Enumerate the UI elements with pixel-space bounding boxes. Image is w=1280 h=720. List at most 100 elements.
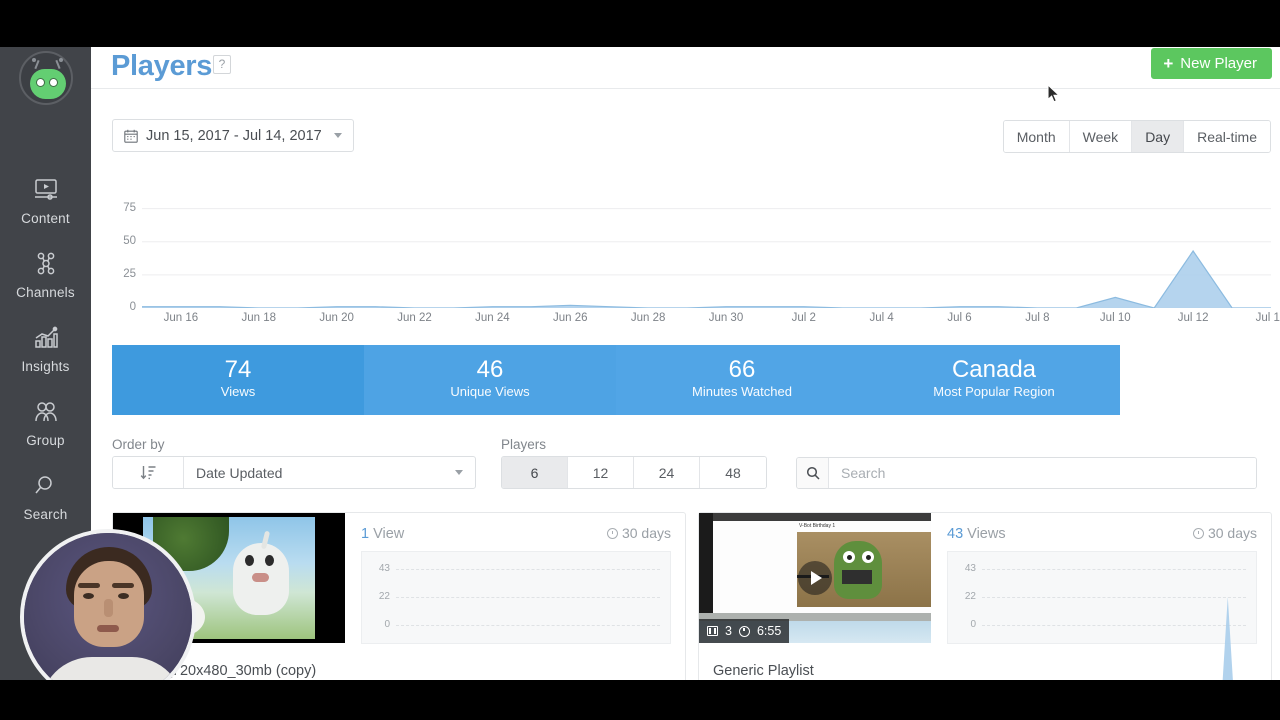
bar-chart-icon — [0, 323, 91, 353]
plus-icon: + — [1163, 54, 1174, 73]
search-button[interactable] — [797, 458, 829, 488]
kpi-strip: 74 Views 46 Unique Views 66 Minutes Watc… — [112, 345, 1120, 415]
channels-network-icon — [0, 249, 91, 279]
search-control — [796, 457, 1257, 489]
magnifier-icon — [0, 471, 91, 501]
mini-y-tick: 43 — [964, 563, 976, 574]
clock-icon — [738, 625, 750, 637]
sidebar-item-content[interactable]: Content — [0, 175, 91, 226]
sidebar-item-search[interactable]: Search — [0, 471, 91, 522]
clock-icon — [1192, 528, 1204, 539]
chart-plot-area — [142, 208, 1271, 308]
chart-x-tick: Jul 10 — [1099, 312, 1131, 324]
order-by-value: Date Updated — [196, 464, 283, 481]
film-strip-icon — [707, 626, 718, 636]
sidebar-item-group[interactable]: Group — [0, 397, 91, 448]
kpi-most-popular-region: Canada Most Popular Region — [868, 345, 1120, 415]
page-size-48[interactable]: 48 — [700, 457, 766, 488]
mouse-pointer-icon — [1047, 84, 1061, 103]
order-by-label: Order by — [112, 437, 165, 452]
sort-descending-icon — [140, 466, 155, 480]
date-range-value: Jun 15, 2017 - Jul 14, 2017 — [146, 127, 322, 144]
player-thumbnail[interactable]: V-Bot Birthday 1 3 6:55 — [699, 513, 931, 643]
page-size-6[interactable]: 6 — [502, 457, 568, 488]
chart-x-tick: Jul 4 — [869, 312, 894, 324]
order-by-select[interactable]: Date Updated — [184, 457, 475, 488]
page-size-24[interactable]: 24 — [634, 457, 700, 488]
kpi-minutes-watched: 66 Minutes Watched — [616, 345, 868, 415]
clock-icon — [606, 528, 618, 539]
app-viewport: Content Channels Insights Group Search P… — [0, 47, 1280, 680]
date-range-picker[interactable]: Jun 15, 2017 - Jul 14, 2017 — [112, 119, 354, 152]
player-stats-header: 30 days 43 Views — [947, 525, 1257, 543]
play-icon[interactable] — [798, 561, 832, 595]
period-week[interactable]: Week — [1069, 121, 1133, 152]
period-day[interactable]: Day — [1132, 121, 1185, 152]
player-title: Generic Playlist — [713, 663, 814, 679]
sidebar-item-channels[interactable]: Channels — [0, 249, 91, 300]
chart-x-tick: Jun 22 — [397, 312, 432, 324]
chart-x-tick: Jun 28 — [630, 312, 666, 324]
kpi-value: 74 — [224, 356, 252, 383]
screen: Content Channels Insights Group Search P… — [0, 0, 1280, 720]
chart-x-tick: Jul 12 — [1177, 312, 1209, 324]
chart-y-tick: 75 — [123, 201, 136, 214]
help-badge[interactable]: ? — [213, 55, 231, 74]
chart-x-tick: Jun 18 — [241, 312, 277, 324]
chart-x-tick: Jul 6 — [947, 312, 972, 324]
views-number: 1 — [361, 526, 370, 542]
chart-x-tick: Jun 20 — [319, 312, 354, 324]
views-count: 1 View — [361, 526, 404, 542]
thumb-overlay-title: V-Bot Birthday 1 — [799, 523, 836, 529]
kpi-label: Most Popular Region — [933, 384, 1055, 400]
kpi-label: Unique Views — [450, 384, 530, 400]
mini-chart-plot — [1222, 596, 1233, 680]
sidebar-item-insights[interactable]: Insights — [0, 323, 91, 374]
period-realtime[interactable]: Real-time — [1184, 121, 1270, 152]
order-by-control: Date Updated — [112, 456, 476, 489]
views-number: 43 — [947, 526, 964, 542]
search-icon — [806, 466, 820, 480]
player-card[interactable]: V-Bot Birthday 1 3 6:55 30 days 43 Views… — [698, 512, 1272, 680]
search-input[interactable] — [829, 458, 1256, 488]
page-size-12[interactable]: 12 — [568, 457, 634, 488]
views-count: 43 Views — [947, 526, 1006, 542]
views-word: Views — [967, 526, 1006, 542]
sidebar-item-label: Group — [26, 433, 65, 448]
kpi-unique-views: 46 Unique Views — [364, 345, 616, 415]
player-mini-chart: 43 22 0 — [361, 551, 671, 644]
kpi-value: 46 — [476, 356, 504, 383]
calendar-icon — [124, 129, 138, 143]
webcam-overlay — [20, 529, 196, 680]
mini-y-tick: 43 — [378, 563, 390, 574]
player-mini-chart: 43 22 0 — [947, 551, 1257, 680]
player-stats-header: 30 days 1 View — [361, 525, 671, 543]
chart-y-tick: 0 — [129, 301, 136, 313]
robot-head-logo-icon — [18, 51, 73, 105]
period-month[interactable]: Month — [1003, 121, 1070, 152]
page-size-toggle: 6 12 24 48 — [501, 456, 767, 489]
header-divider — [91, 88, 1280, 89]
chart-y-tick: 25 — [123, 267, 136, 280]
mini-y-tick: 0 — [970, 619, 976, 630]
video-player-icon — [0, 175, 91, 205]
app-logo[interactable] — [0, 51, 91, 105]
sort-direction-button[interactable] — [113, 457, 184, 488]
kpi-value: 66 — [728, 356, 756, 383]
mini-y-tick: 22 — [964, 591, 976, 602]
sidebar-item-label: Channels — [16, 285, 75, 300]
chevron-down-icon — [455, 470, 463, 475]
sidebar-item-label: Insights — [21, 359, 70, 374]
kpi-value: Canada — [951, 356, 1037, 383]
duration: 6:55 — [756, 624, 782, 638]
new-player-label: New Player — [1180, 55, 1257, 72]
player-badges: 3 6:55 — [699, 619, 790, 643]
mini-chart-plot — [396, 552, 660, 680]
new-player-button[interactable]: + New Player — [1151, 48, 1272, 79]
chart-x-tick: Jul 14 — [1255, 312, 1280, 324]
players-count-label: Players — [501, 437, 547, 452]
items-count: 3 — [725, 624, 732, 638]
player-card[interactable]: 30 days 1 View 43 22 0 Video_720x480_30m… — [112, 512, 686, 680]
retention-badge: 30 days — [1192, 525, 1257, 541]
chart-x-tick: Jul 8 — [1025, 312, 1050, 324]
